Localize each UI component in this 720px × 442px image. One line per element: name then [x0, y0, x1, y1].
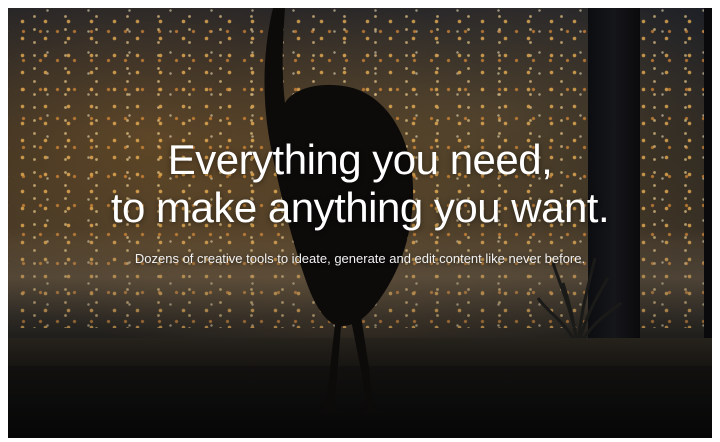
- hero-headline: Everything you need, to make anything yo…: [8, 136, 712, 232]
- hero-banner: Everything you need, to make anything yo…: [8, 8, 712, 438]
- hero-headline-line-1: Everything you need,: [167, 136, 553, 183]
- hero-subheadline: Dozens of creative tools to ideate, gene…: [134, 251, 586, 266]
- hero-headline-line-2: to make anything you want.: [110, 184, 610, 231]
- hero-content: Everything you need, to make anything yo…: [8, 136, 712, 268]
